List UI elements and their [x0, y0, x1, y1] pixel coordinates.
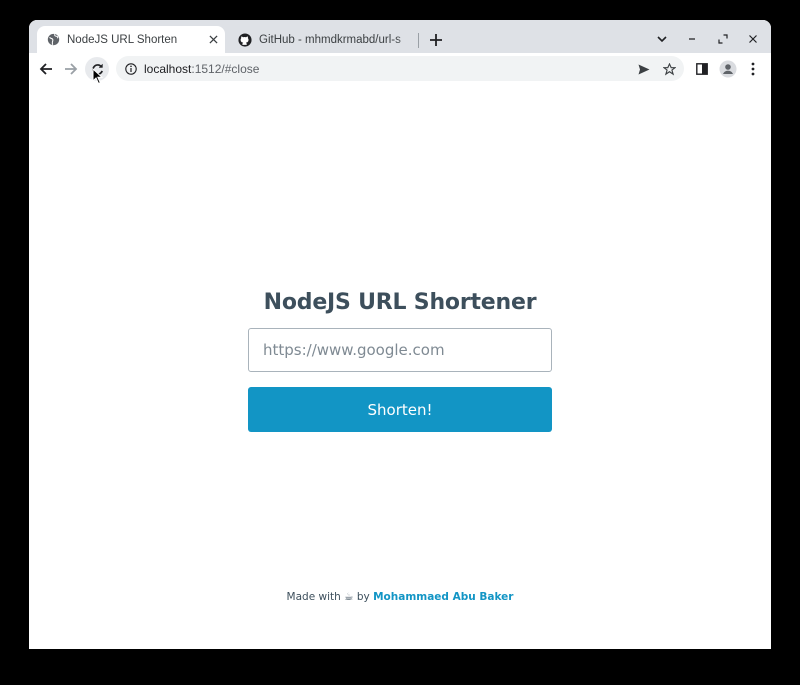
- url-input[interactable]: [248, 328, 552, 372]
- tab-title: NodeJS URL Shorten: [67, 33, 178, 46]
- new-tab-button[interactable]: [426, 30, 446, 50]
- footer-prefix: Made with: [286, 591, 341, 603]
- chevron-down-icon: [657, 35, 667, 42]
- page-content: NodeJS URL Shortener Shorten! Made with …: [29, 85, 771, 649]
- tab-title: GitHub - mhmdkrmabd/url-s: [259, 33, 401, 46]
- address-text: localhost:1512/#close: [144, 62, 259, 76]
- star-icon[interactable]: [659, 59, 679, 79]
- arrow-right-icon: [65, 63, 78, 75]
- info-icon[interactable]: [124, 62, 138, 76]
- tab-github[interactable]: GitHub - mhmdkrmabd/url-s: [229, 26, 419, 53]
- tab-strip: NodeJS URL Shorten GitHub - mhmdkrmabd/u…: [29, 20, 771, 53]
- plus-icon: [430, 34, 442, 46]
- mouse-cursor-icon: [92, 67, 104, 90]
- browser-toolbar: localhost:1512/#close: [29, 53, 771, 86]
- side-panel-icon: [696, 63, 708, 75]
- close-tab-icon[interactable]: [205, 32, 221, 48]
- browser-window: NodeJS URL Shorten GitHub - mhmdkrmabd/u…: [29, 20, 771, 649]
- kebab-menu-icon: [751, 62, 755, 76]
- forward-button[interactable]: [59, 57, 83, 81]
- side-panel-button[interactable]: [690, 57, 714, 81]
- tab-separator: [418, 33, 419, 48]
- close-window-button[interactable]: [742, 28, 764, 50]
- minimize-button[interactable]: [681, 28, 703, 50]
- arrow-left-icon: [39, 63, 52, 75]
- minimize-icon: [689, 38, 695, 40]
- github-icon: [238, 32, 252, 47]
- close-icon: [749, 35, 757, 43]
- menu-button[interactable]: [741, 57, 765, 81]
- address-host: localhost: [144, 61, 192, 76]
- address-bar[interactable]: localhost:1512/#close: [116, 56, 684, 81]
- page-title: NodeJS URL Shortener: [263, 290, 537, 315]
- address-path: :1512/#close: [191, 61, 260, 76]
- back-button[interactable]: [34, 57, 58, 81]
- send-icon[interactable]: [634, 59, 654, 79]
- footer: Made with ☕ by Mohammaed Abu Baker: [29, 591, 771, 603]
- globe-icon: [46, 33, 60, 47]
- shorten-button[interactable]: Shorten!: [248, 387, 552, 432]
- coffee-icon: ☕: [344, 591, 354, 603]
- author-link[interactable]: Mohammaed Abu Baker: [373, 591, 513, 603]
- tab-nodejs-url-shorten[interactable]: NodeJS URL Shorten: [37, 26, 225, 53]
- maximize-button[interactable]: [712, 28, 734, 50]
- profile-button[interactable]: [716, 57, 740, 81]
- maximize-icon: [718, 34, 728, 44]
- avatar-icon: [719, 60, 737, 78]
- footer-by: by: [356, 591, 370, 603]
- tab-search-button[interactable]: [651, 28, 673, 50]
